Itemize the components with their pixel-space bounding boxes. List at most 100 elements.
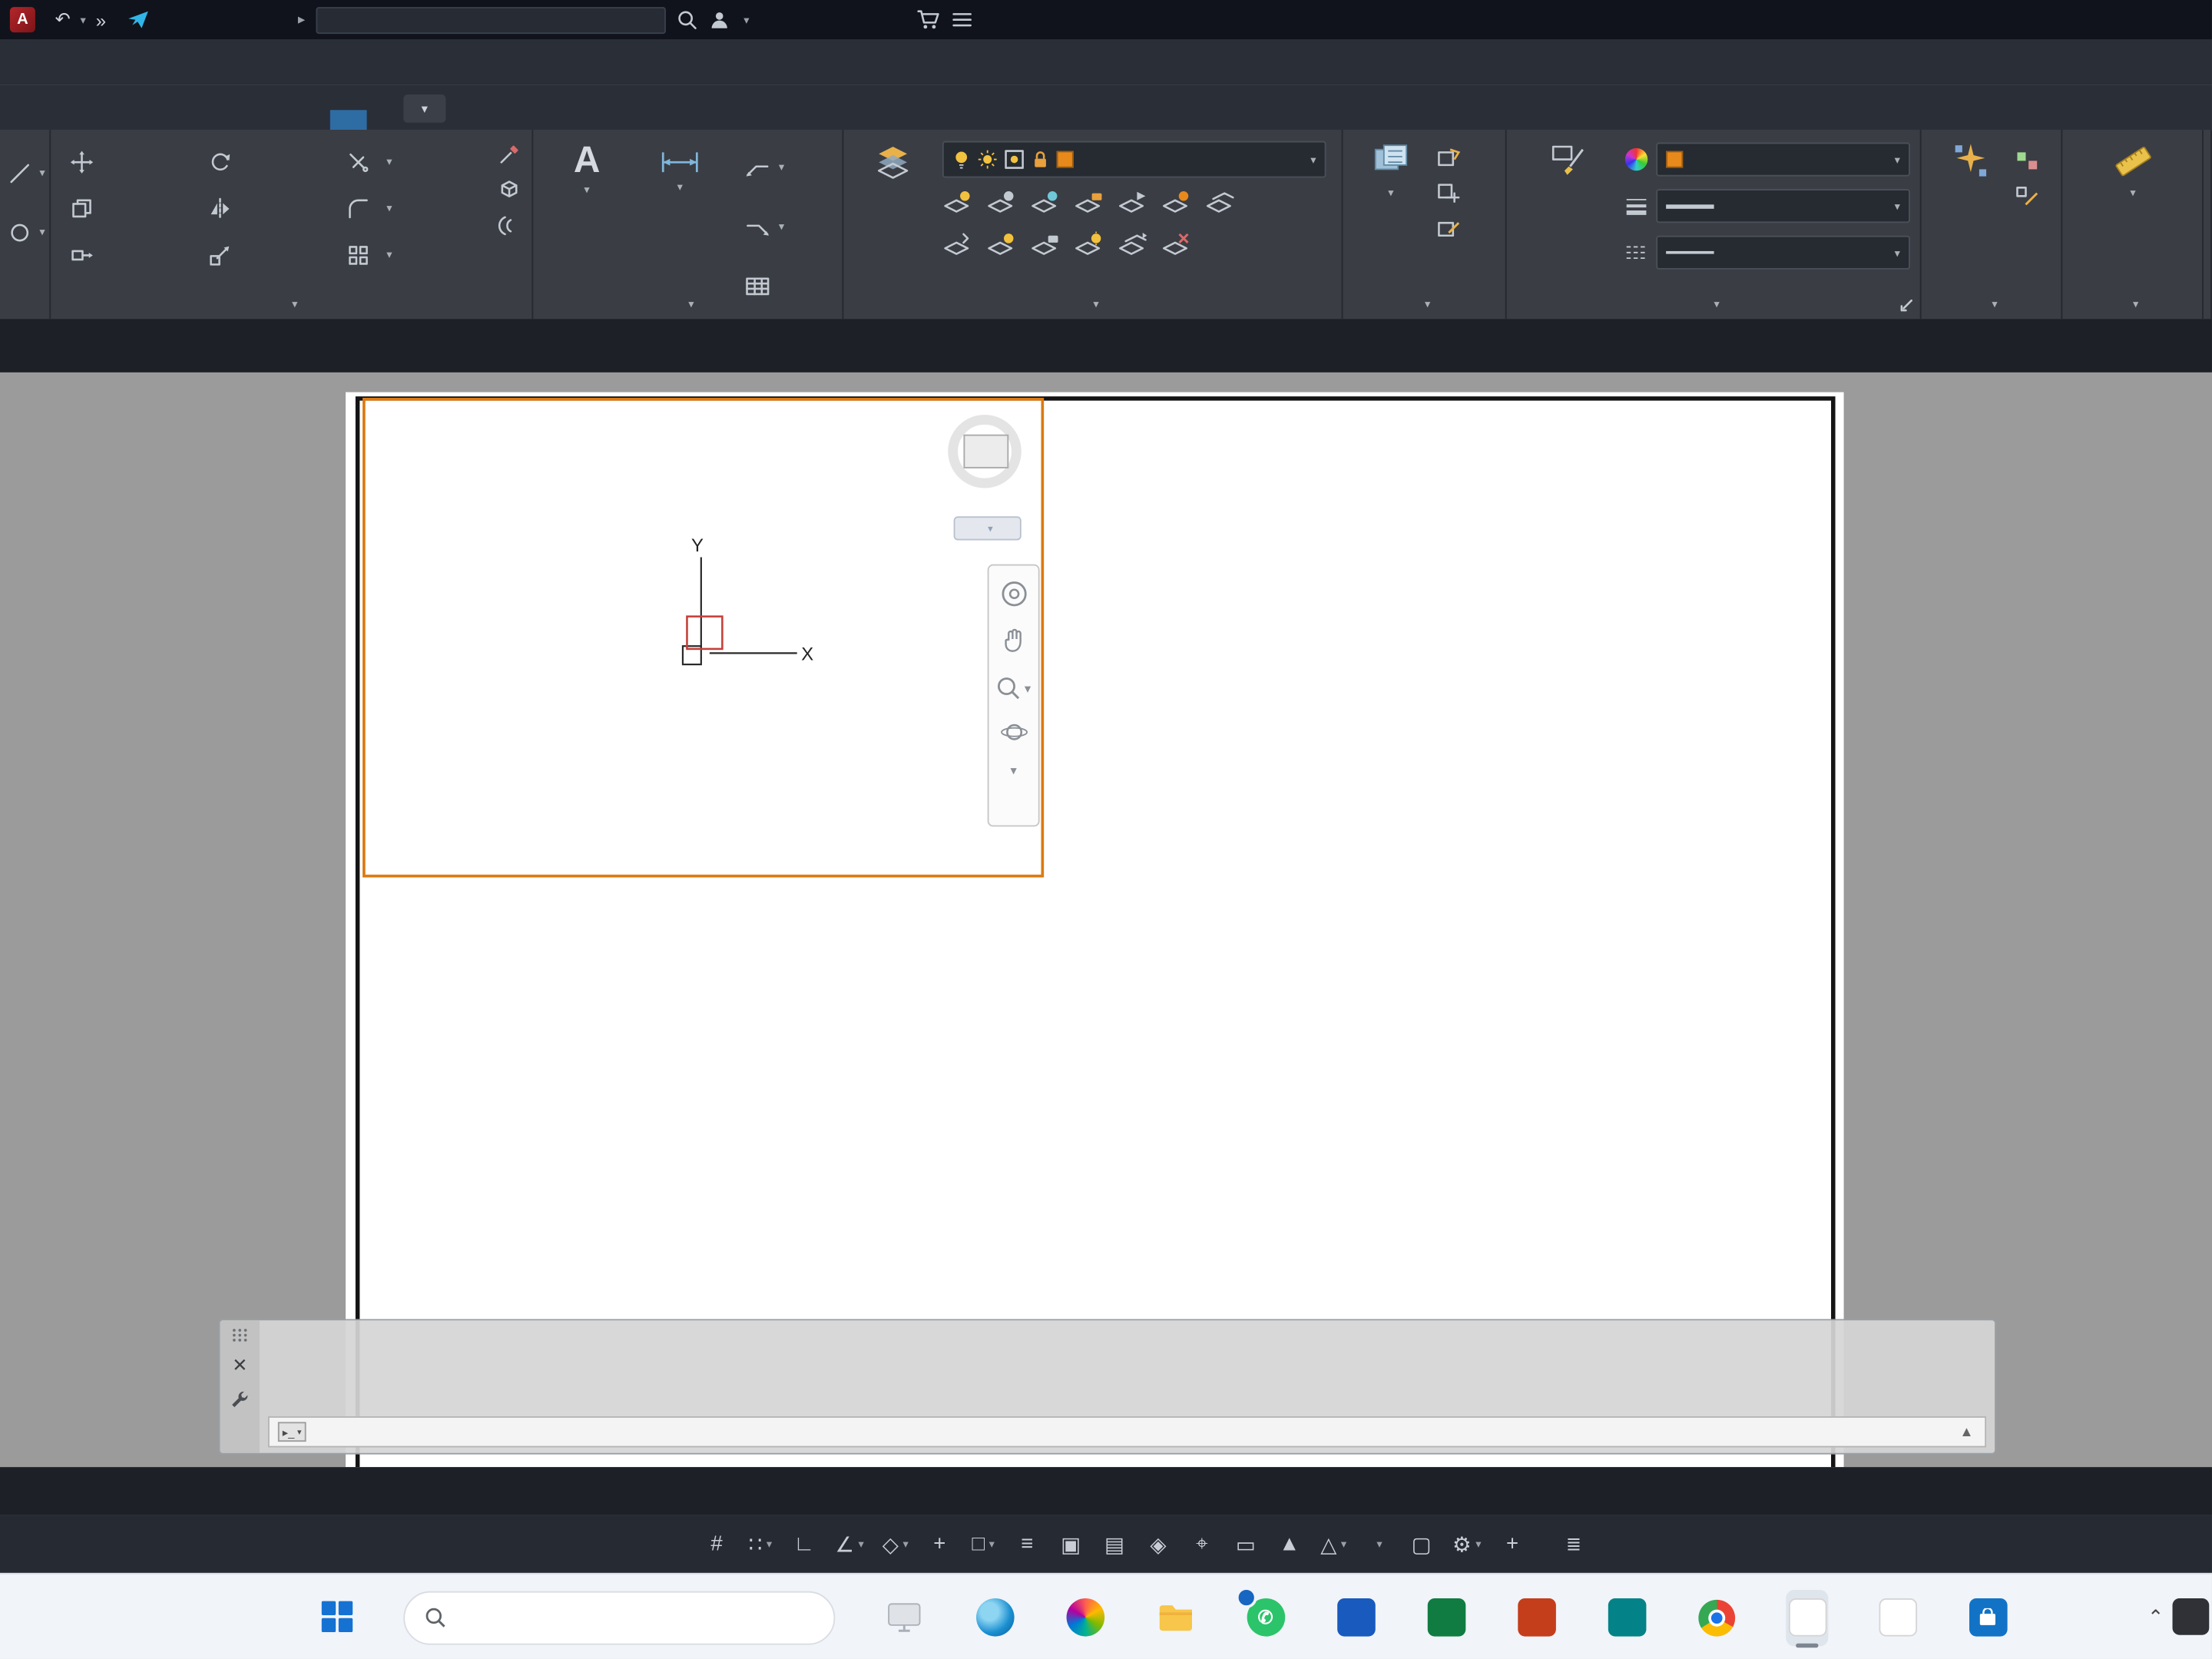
navigation-wheel-icon[interactable] [999, 580, 1028, 608]
leader-button[interactable]: ▾ [742, 144, 784, 190]
measure-button[interactable]: ▾ [2096, 141, 2170, 199]
object-color-combo[interactable]: ▾ [1656, 143, 1910, 177]
layer-off-icon[interactable] [942, 189, 973, 214]
layer-on-all-icon[interactable] [1074, 231, 1104, 257]
layer-thaw-icon[interactable] [986, 231, 1017, 257]
panel-title-properties[interactable]: ▾ [1507, 288, 1920, 319]
layer-copy-icon[interactable] [1205, 189, 1236, 214]
tab-layout[interactable] [330, 110, 367, 130]
command-input[interactable] [315, 1420, 1952, 1444]
taskbar-app-autocad[interactable] [1786, 1589, 1828, 1645]
share-button[interactable] [128, 12, 157, 28]
trim-button[interactable]: ▾ [344, 138, 482, 185]
viewport-maximize-button[interactable]: ▢ [1409, 1532, 1434, 1557]
linetype-combo[interactable]: ▾ [1656, 236, 1910, 270]
linetype-dropdown-icon[interactable]: ▾ [1895, 247, 1900, 260]
match-properties-button[interactable] [1529, 141, 1608, 182]
start-button[interactable] [322, 1601, 356, 1634]
layer-freeze-icon[interactable] [1030, 189, 1061, 214]
color-combo-dropdown-icon[interactable]: ▾ [1895, 153, 1900, 166]
viewcube[interactable] [937, 403, 1038, 505]
zoom-icon[interactable] [996, 676, 1022, 701]
taskbar-search[interactable] [403, 1591, 835, 1644]
group-button[interactable] [1939, 141, 2003, 184]
mirror-button[interactable] [206, 185, 344, 232]
scale-button[interactable] [206, 231, 344, 278]
panel-title-groups[interactable]: ▾ [1922, 288, 2061, 319]
array-button[interactable]: ▾ [344, 231, 482, 278]
lineweight-dropdown-icon[interactable]: ▾ [1895, 200, 1900, 213]
taskbar-app-photos[interactable] [1064, 1589, 1106, 1645]
write-block-icon[interactable] [1436, 182, 1462, 204]
command-history-up-icon[interactable]: ▲ [1959, 1424, 1973, 1439]
tab-featured-apps[interactable] [257, 110, 293, 130]
clean-screen-button[interactable]: + [1500, 1532, 1525, 1556]
tab-output[interactable] [147, 110, 184, 130]
drawing-canvas[interactable]: Y X ▾ ▾ ▾ [0, 373, 2212, 1467]
taskbar-app-excel[interactable] [1425, 1589, 1467, 1645]
block-editor-icon[interactable] [1436, 217, 1462, 240]
taskbar-app-word[interactable] [1335, 1589, 1377, 1645]
dynamic-ucs-toggle[interactable]: ⌖ [1189, 1532, 1214, 1556]
tab-manage[interactable] [110, 110, 147, 130]
wcs-dropdown[interactable]: ▾ [954, 516, 1022, 540]
erase-icon[interactable] [498, 144, 520, 166]
layer-select-combo[interactable]: ▾ [942, 141, 1326, 178]
otrack-toggle[interactable]: + [927, 1532, 952, 1556]
taskbar-app-edge[interactable] [973, 1589, 1015, 1645]
taskbar-app-store[interactable] [1966, 1589, 2008, 1645]
polar-toggle[interactable]: ∠▾ [835, 1532, 864, 1557]
undo-dropdown-icon[interactable]: ▾ [81, 13, 86, 26]
layer-delete-icon[interactable] [1161, 231, 1192, 257]
tab-3d-tools[interactable] [37, 110, 74, 130]
units-display[interactable]: ≣ [1566, 1533, 1595, 1555]
multileader-button[interactable]: ▾ [742, 203, 784, 250]
draw-tool-button-2[interactable]: ▾ [5, 209, 45, 256]
annotation-visibility-toggle[interactable]: ▲ [1277, 1532, 1302, 1556]
undo-button[interactable]: ↶ [55, 8, 71, 31]
tray-chevron-icon[interactable]: ⌃ [2147, 1605, 2164, 1629]
help-search-box[interactable] [316, 6, 667, 33]
dimension-button[interactable]: ▾ [635, 141, 726, 194]
snap-toggle[interactable]: ∷▾ [747, 1532, 773, 1557]
search-icon[interactable] [677, 10, 697, 30]
tab-express-tools[interactable] [293, 110, 330, 130]
panel-title-block[interactable]: ▾ [1343, 288, 1505, 319]
layer-match-icon[interactable] [1118, 189, 1148, 214]
command-close-button[interactable]: ✕ [232, 1354, 247, 1376]
layer-lock-tool-icon[interactable] [1074, 189, 1104, 214]
viewcube-top-face[interactable] [963, 435, 1008, 469]
taskbar-app-file-explorer[interactable] [1154, 1589, 1196, 1645]
annotation-autoscale-toggle[interactable]: △▾ [1320, 1532, 1346, 1557]
move-button[interactable] [68, 138, 206, 185]
help-search-input[interactable] [327, 8, 654, 31]
workspace-switch-button[interactable]: ⚙▾ [1452, 1532, 1482, 1557]
array-dropdown-icon[interactable]: ▾ [386, 248, 392, 261]
taskbar-app-3dsmax[interactable] [1876, 1589, 1919, 1645]
rotate-button[interactable] [206, 138, 344, 185]
fillet-button[interactable]: ▾ [344, 185, 482, 232]
ungroup-icon[interactable] [2015, 150, 2040, 172]
tab-parametric[interactable] [0, 110, 37, 130]
pan-hand-icon[interactable] [1001, 628, 1026, 656]
layer-current-icon[interactable] [1161, 189, 1192, 214]
menu-icon[interactable] [952, 12, 972, 28]
dynamic-input-toggle[interactable]: ▭ [1233, 1532, 1258, 1557]
tray-app-icon[interactable] [2173, 1598, 2210, 1635]
layer-properties-button[interactable] [852, 141, 934, 182]
panel-title-utilities[interactable]: ▾ [2062, 288, 2202, 319]
osnap-toggle[interactable]: □▾ [971, 1532, 996, 1556]
search-expand-icon[interactable]: ▸ [298, 12, 305, 28]
taskbar-app-desktop[interactable] [883, 1589, 926, 1645]
command-customize-wrench-icon[interactable] [230, 1389, 250, 1409]
taskbar-app-publisher[interactable] [1605, 1589, 1647, 1645]
layer-walk-icon[interactable] [942, 231, 973, 257]
taskbar-app-powerpoint[interactable] [1515, 1589, 1558, 1645]
orbit-icon[interactable] [999, 721, 1028, 743]
taskbar-app-whatsapp[interactable]: ✆ [1244, 1589, 1286, 1645]
text-button[interactable]: A ▾ [550, 141, 624, 197]
taskbar-search-input[interactable] [459, 1604, 814, 1630]
command-input-row[interactable]: ▸_▾ ▲ [268, 1416, 1986, 1447]
layer-merge-icon[interactable] [1118, 231, 1148, 257]
command-prompt-icon[interactable]: ▸_▾ [278, 1422, 306, 1442]
